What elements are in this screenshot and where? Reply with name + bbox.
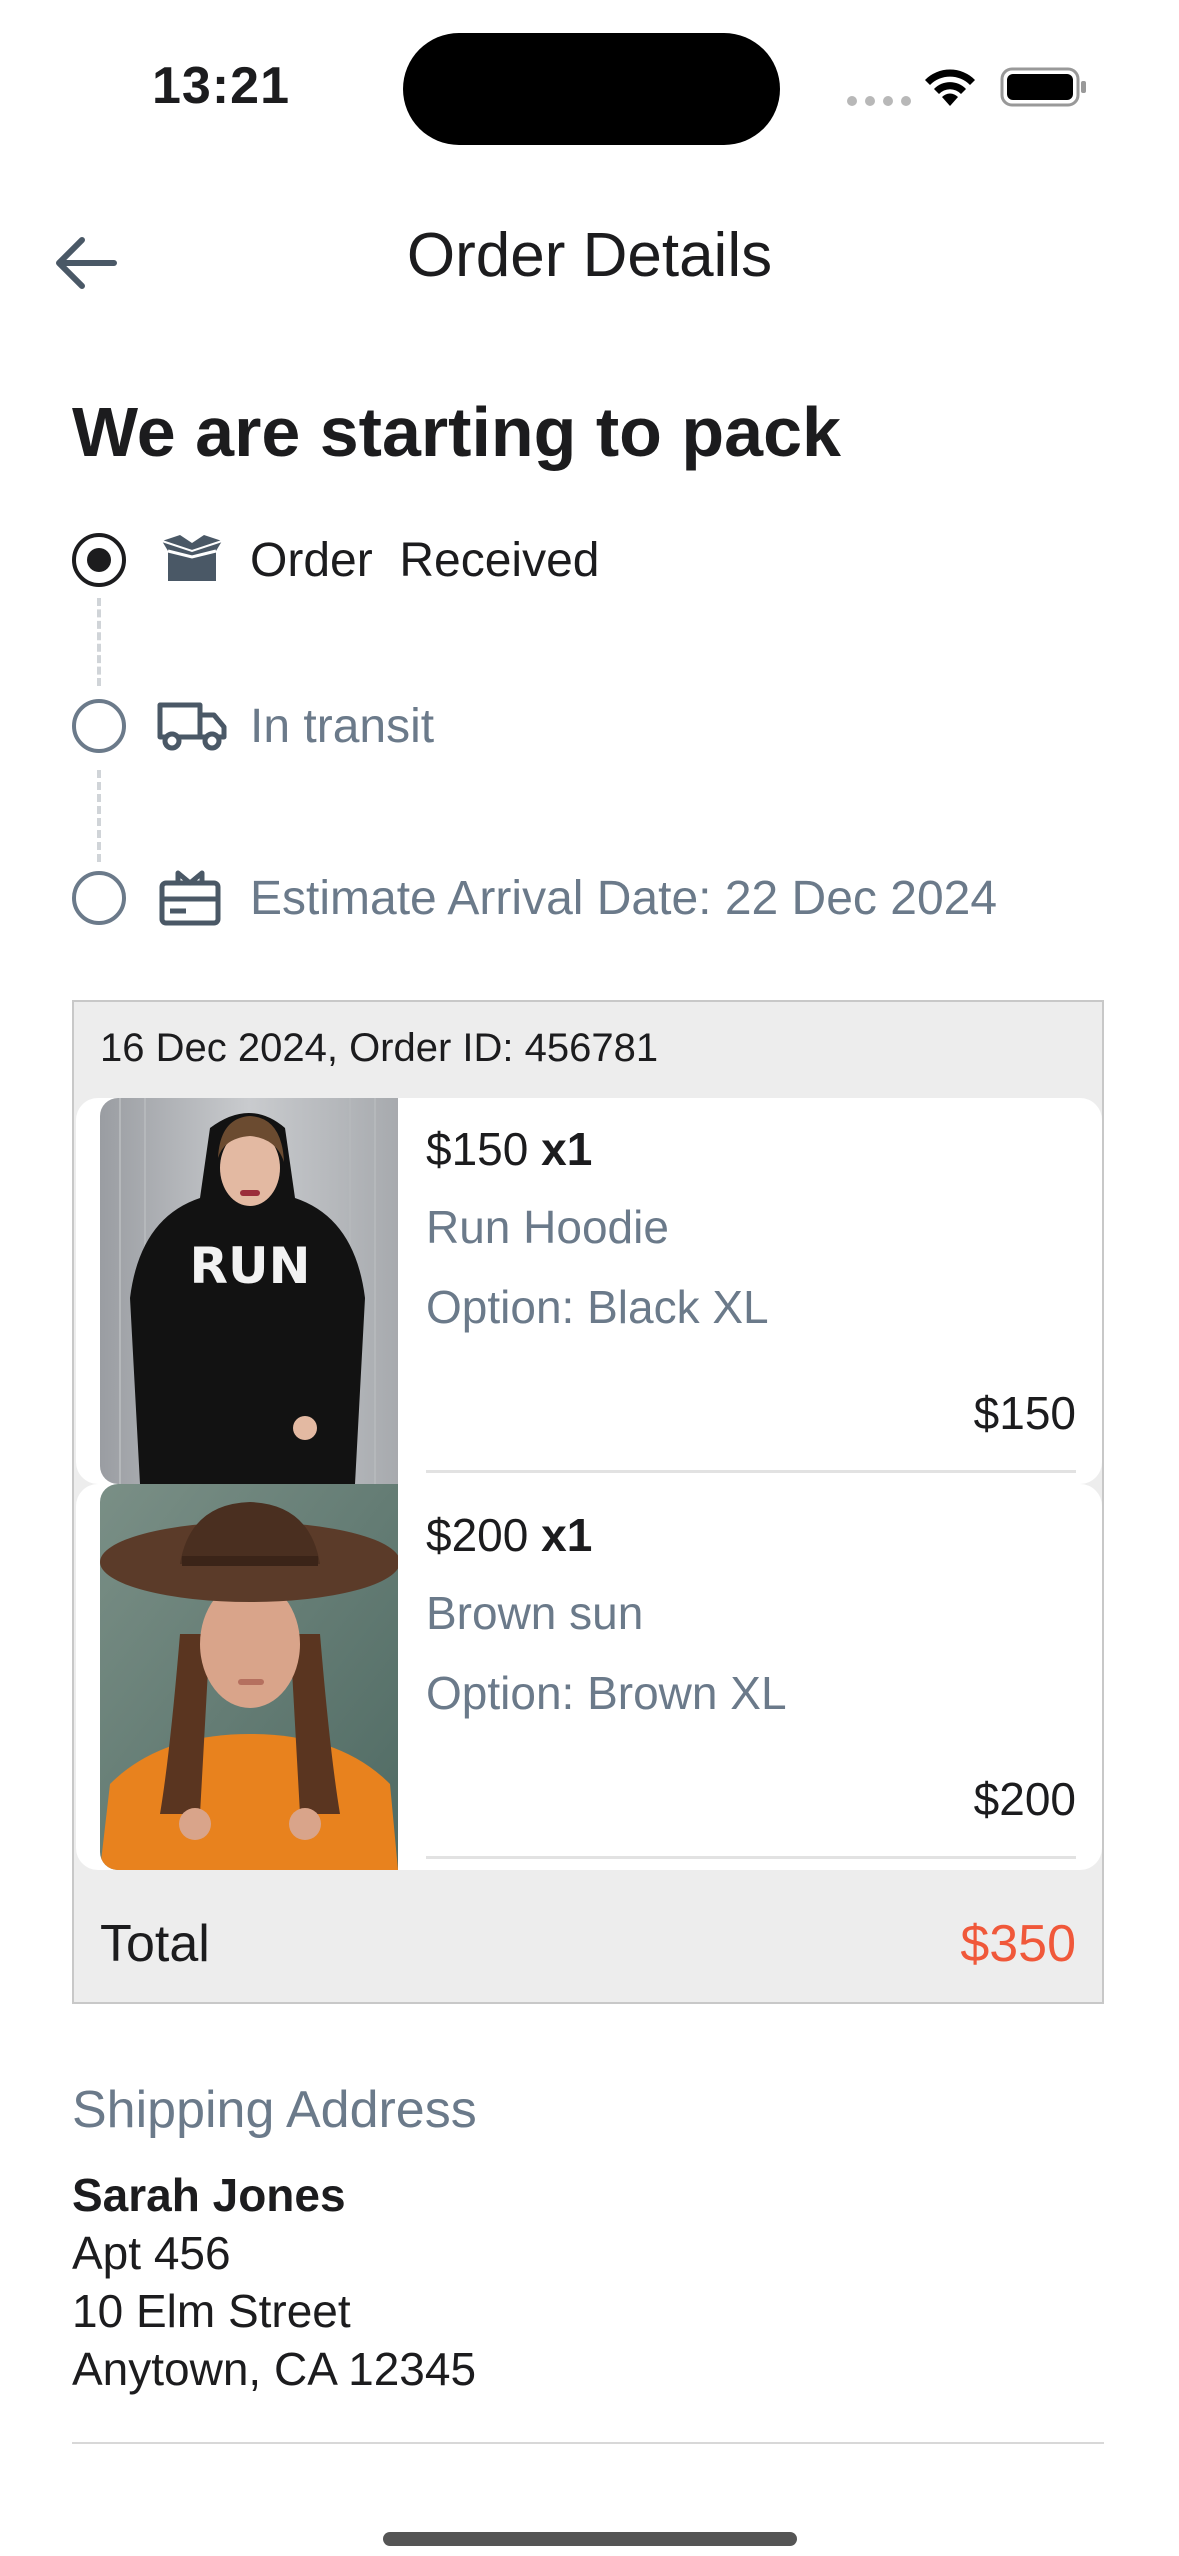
item-name: Run Hoodie: [426, 1201, 669, 1253]
product-image-hat: [100, 1484, 398, 1870]
step-label: In transit: [250, 699, 435, 753]
box-icon: [156, 533, 228, 587]
item-option: Option: Black XL: [426, 1281, 769, 1333]
order-item[interactable]: $200 x1 Brown sun Option: Brown XL $200: [76, 1484, 1102, 1870]
timeline-connector: [97, 770, 101, 862]
gift-icon: [156, 870, 228, 926]
address-line: 10 Elm Street: [72, 2285, 351, 2337]
truck-icon: [156, 699, 228, 753]
divider: [426, 1470, 1076, 1473]
page-title: Order Details: [406, 221, 773, 290]
item-line-total: $200: [973, 1773, 1076, 1825]
item-price-quantity: $150 x1: [426, 1123, 593, 1175]
total-label: Total: [100, 1915, 210, 1973]
item-name: Brown sun: [426, 1587, 644, 1639]
product-image-hoodie: RUN: [100, 1098, 398, 1484]
address-line: Apt 456: [72, 2227, 231, 2279]
item-option: Option: Brown XL: [426, 1667, 787, 1719]
wifi-icon: [925, 69, 975, 106]
order-card: 16 Dec 2024, Order ID: 456781 RUN $150 x…: [72, 1000, 1104, 2004]
divider: [72, 2442, 1104, 2444]
divider: [426, 1856, 1076, 1859]
step-label: Order Received: [250, 533, 600, 587]
battery-icon: [1000, 67, 1086, 107]
cellular-signal-icon: [847, 96, 911, 106]
status-time: 13:21: [152, 57, 290, 115]
step-label: Estimate Arrival Date: 22 Dec 2024: [250, 871, 998, 925]
step-radio: [72, 699, 126, 753]
status-step-arrival: Estimate Arrival Date: 22 Dec 2024: [72, 866, 997, 930]
svg-text:RUN: RUN: [190, 1237, 311, 1295]
status-step-order-received: Order Received: [72, 528, 599, 592]
status-heading: We are starting to pack: [72, 393, 841, 471]
total-value: $350: [960, 1915, 1076, 1973]
dynamic-island: [403, 33, 780, 145]
timeline-connector: [97, 598, 101, 686]
address-line: Anytown, CA 12345: [72, 2343, 477, 2395]
item-price-quantity: $200 x1: [426, 1509, 593, 1561]
order-item[interactable]: RUN $150 x1 Run Hoodie Option: Black XL …: [76, 1098, 1102, 1484]
recipient-name: Sarah Jones: [72, 2169, 346, 2221]
status-step-in-transit: In transit: [72, 694, 434, 758]
order-date-id: 16 Dec 2024, Order ID: 456781: [100, 1026, 659, 1070]
shipping-heading: Shipping Address: [72, 2081, 477, 2139]
item-line-total: $150: [973, 1387, 1076, 1439]
step-radio: [72, 871, 126, 925]
home-indicator[interactable]: [383, 2532, 797, 2546]
step-radio-active: [72, 533, 126, 587]
